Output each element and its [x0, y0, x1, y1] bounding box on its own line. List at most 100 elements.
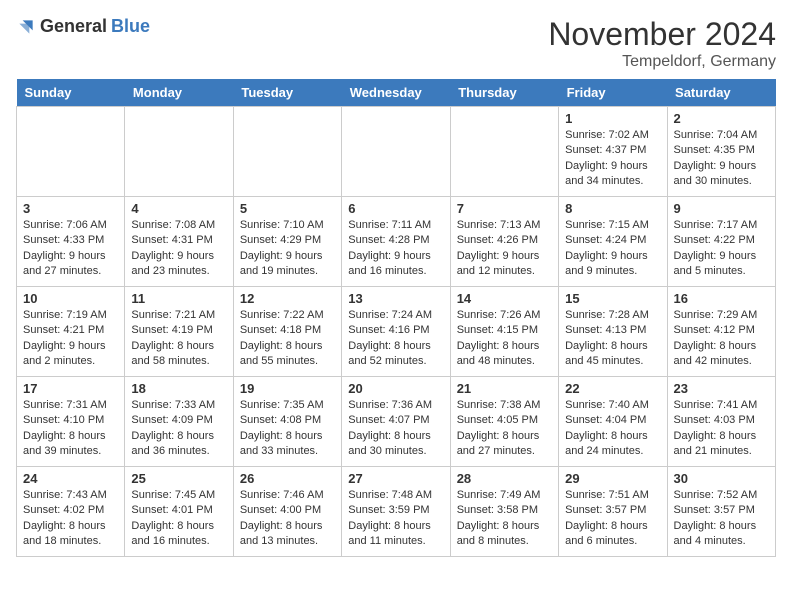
day-number: 14	[457, 291, 552, 306]
weekday-header: Sunday	[17, 79, 125, 107]
day-info: Sunrise: 7:22 AM Sunset: 4:18 PM Dayligh…	[240, 308, 335, 370]
day-number: 24	[23, 471, 118, 486]
calendar-day-cell: 25Sunrise: 7:45 AM Sunset: 4:01 PM Dayli…	[125, 467, 233, 557]
calendar-day-cell: 1 Sunrise: 7:02 AM Sunset: 4:37 PM Daylig…	[559, 107, 667, 197]
day-number: 27	[348, 471, 443, 486]
weekday-header: Saturday	[667, 79, 775, 107]
calendar-day-cell: 7 Sunrise: 7:13 AM Sunset: 4:26 PM Daylig…	[450, 197, 558, 287]
calendar-day-cell: 28 Sunrise: 7:49 AM Sunset: 3:58 PM Dayli…	[450, 467, 558, 557]
calendar-day-cell: 5 Sunrise: 7:10 AM Sunset: 4:29 PM Daylig…	[233, 197, 341, 287]
calendar-day-cell: 3 Sunrise: 7:06 AM Sunset: 4:33 PM Daylig…	[17, 197, 125, 287]
page-header: General Blue November 2024 Tempeldorf, G…	[16, 16, 776, 71]
day-info: Sunrise: 7:10 AM Sunset: 4:29 PM Dayligh…	[240, 218, 335, 280]
day-info: Sunrise: 7:46 AM Sunset: 4:00 PM Dayligh…	[240, 488, 335, 550]
calendar-day-cell: 27 Sunrise: 7:48 AM Sunset: 3:59 PM Dayli…	[342, 467, 450, 557]
title-block: November 2024 Tempeldorf, Germany	[548, 16, 776, 71]
day-info: Sunrise: 7:28 AM Sunset: 4:13 PM Dayligh…	[565, 308, 660, 370]
day-number: 7	[457, 201, 552, 216]
logo-general-text: General	[40, 16, 107, 37]
day-info: Sunrise: 7:36 AM Sunset: 4:07 PM Dayligh…	[348, 398, 443, 460]
day-number: 5	[240, 201, 335, 216]
calendar-day-cell: 29 Sunrise: 7:51 AM Sunset: 3:57 PM Dayli…	[559, 467, 667, 557]
logo-icon	[16, 17, 36, 37]
day-number: 3	[23, 201, 118, 216]
day-info: Sunrise: 7:35 AM Sunset: 4:08 PM Dayligh…	[240, 398, 335, 460]
day-info: Sunrise: 7:15 AM Sunset: 4:24 PM Dayligh…	[565, 218, 660, 280]
calendar-day-cell: 22Sunrise: 7:40 AM Sunset: 4:04 PM Dayli…	[559, 377, 667, 467]
calendar-day-cell: 24 Sunrise: 7:43 AM Sunset: 4:02 PM Dayli…	[17, 467, 125, 557]
day-number: 18	[131, 381, 226, 396]
calendar-day-cell: 9Sunrise: 7:17 AM Sunset: 4:22 PM Daylig…	[667, 197, 775, 287]
day-number: 25	[131, 471, 226, 486]
calendar-day-cell: 6 Sunrise: 7:11 AM Sunset: 4:28 PM Daylig…	[342, 197, 450, 287]
calendar-day-cell	[233, 107, 341, 197]
calendar-day-cell: 26 Sunrise: 7:46 AM Sunset: 4:00 PM Dayli…	[233, 467, 341, 557]
day-info: Sunrise: 7:38 AM Sunset: 4:05 PM Dayligh…	[457, 398, 552, 460]
day-number: 29	[565, 471, 660, 486]
day-info: Sunrise: 7:04 AM Sunset: 4:35 PM Dayligh…	[674, 128, 769, 190]
day-number: 9	[674, 201, 769, 216]
calendar-day-cell	[450, 107, 558, 197]
calendar-day-cell: 18 Sunrise: 7:33 AM Sunset: 4:09 PM Dayli…	[125, 377, 233, 467]
logo: General Blue	[16, 16, 150, 37]
day-info: Sunrise: 7:02 AM Sunset: 4:37 PM Dayligh…	[565, 128, 660, 190]
calendar-day-cell: 23 Sunrise: 7:41 AM Sunset: 4:03 PM Dayli…	[667, 377, 775, 467]
calendar-day-cell: 2 Sunrise: 7:04 AM Sunset: 4:35 PM Daylig…	[667, 107, 775, 197]
day-number: 30	[674, 471, 769, 486]
day-number: 11	[131, 291, 226, 306]
calendar-day-cell: 20 Sunrise: 7:36 AM Sunset: 4:07 PM Dayli…	[342, 377, 450, 467]
day-number: 26	[240, 471, 335, 486]
subtitle: Tempeldorf, Germany	[548, 53, 776, 71]
day-info: Sunrise: 7:49 AM Sunset: 3:58 PM Dayligh…	[457, 488, 552, 550]
calendar-day-cell: 17Sunrise: 7:31 AM Sunset: 4:10 PM Dayli…	[17, 377, 125, 467]
day-number: 6	[348, 201, 443, 216]
calendar-day-cell: 14Sunrise: 7:26 AM Sunset: 4:15 PM Dayli…	[450, 287, 558, 377]
day-number: 21	[457, 381, 552, 396]
calendar-day-cell: 19 Sunrise: 7:35 AM Sunset: 4:08 PM Dayli…	[233, 377, 341, 467]
day-info: Sunrise: 7:19 AM Sunset: 4:21 PM Dayligh…	[23, 308, 118, 370]
main-title: November 2024	[548, 16, 776, 53]
day-info: Sunrise: 7:11 AM Sunset: 4:28 PM Dayligh…	[348, 218, 443, 280]
day-info: Sunrise: 7:21 AM Sunset: 4:19 PM Dayligh…	[131, 308, 226, 370]
day-number: 10	[23, 291, 118, 306]
weekday-header: Thursday	[450, 79, 558, 107]
weekday-header: Wednesday	[342, 79, 450, 107]
day-info: Sunrise: 7:33 AM Sunset: 4:09 PM Dayligh…	[131, 398, 226, 460]
calendar-table: SundayMondayTuesdayWednesdayThursdayFrid…	[16, 79, 776, 557]
weekday-header-row: SundayMondayTuesdayWednesdayThursdayFrid…	[17, 79, 776, 107]
calendar-week-row: 24 Sunrise: 7:43 AM Sunset: 4:02 PM Dayli…	[17, 467, 776, 557]
day-info: Sunrise: 7:41 AM Sunset: 4:03 PM Dayligh…	[674, 398, 769, 460]
day-info: Sunrise: 7:13 AM Sunset: 4:26 PM Dayligh…	[457, 218, 552, 280]
day-info: Sunrise: 7:51 AM Sunset: 3:57 PM Dayligh…	[565, 488, 660, 550]
calendar-day-cell: 30 Sunrise: 7:52 AM Sunset: 3:57 PM Dayli…	[667, 467, 775, 557]
calendar-day-cell: 11 Sunrise: 7:21 AM Sunset: 4:19 PM Dayli…	[125, 287, 233, 377]
day-number: 15	[565, 291, 660, 306]
day-info: Sunrise: 7:08 AM Sunset: 4:31 PM Dayligh…	[131, 218, 226, 280]
calendar-day-cell: 16 Sunrise: 7:29 AM Sunset: 4:12 PM Dayli…	[667, 287, 775, 377]
weekday-header: Monday	[125, 79, 233, 107]
day-number: 4	[131, 201, 226, 216]
day-number: 28	[457, 471, 552, 486]
weekday-header: Tuesday	[233, 79, 341, 107]
day-number: 19	[240, 381, 335, 396]
day-info: Sunrise: 7:43 AM Sunset: 4:02 PM Dayligh…	[23, 488, 118, 550]
day-info: Sunrise: 7:48 AM Sunset: 3:59 PM Dayligh…	[348, 488, 443, 550]
calendar-day-cell	[17, 107, 125, 197]
day-number: 20	[348, 381, 443, 396]
day-number: 2	[674, 111, 769, 126]
day-info: Sunrise: 7:06 AM Sunset: 4:33 PM Dayligh…	[23, 218, 118, 280]
weekday-header: Friday	[559, 79, 667, 107]
day-number: 1	[565, 111, 660, 126]
day-number: 8	[565, 201, 660, 216]
calendar-week-row: 10 Sunrise: 7:19 AM Sunset: 4:21 PM Dayli…	[17, 287, 776, 377]
day-info: Sunrise: 7:29 AM Sunset: 4:12 PM Dayligh…	[674, 308, 769, 370]
logo-blue-text: Blue	[111, 16, 150, 37]
day-number: 12	[240, 291, 335, 306]
day-info: Sunrise: 7:31 AM Sunset: 4:10 PM Dayligh…	[23, 398, 118, 460]
calendar-day-cell	[125, 107, 233, 197]
day-info: Sunrise: 7:52 AM Sunset: 3:57 PM Dayligh…	[674, 488, 769, 550]
day-number: 16	[674, 291, 769, 306]
day-info: Sunrise: 7:40 AM Sunset: 4:04 PM Dayligh…	[565, 398, 660, 460]
calendar-day-cell: 13Sunrise: 7:24 AM Sunset: 4:16 PM Dayli…	[342, 287, 450, 377]
day-number: 23	[674, 381, 769, 396]
